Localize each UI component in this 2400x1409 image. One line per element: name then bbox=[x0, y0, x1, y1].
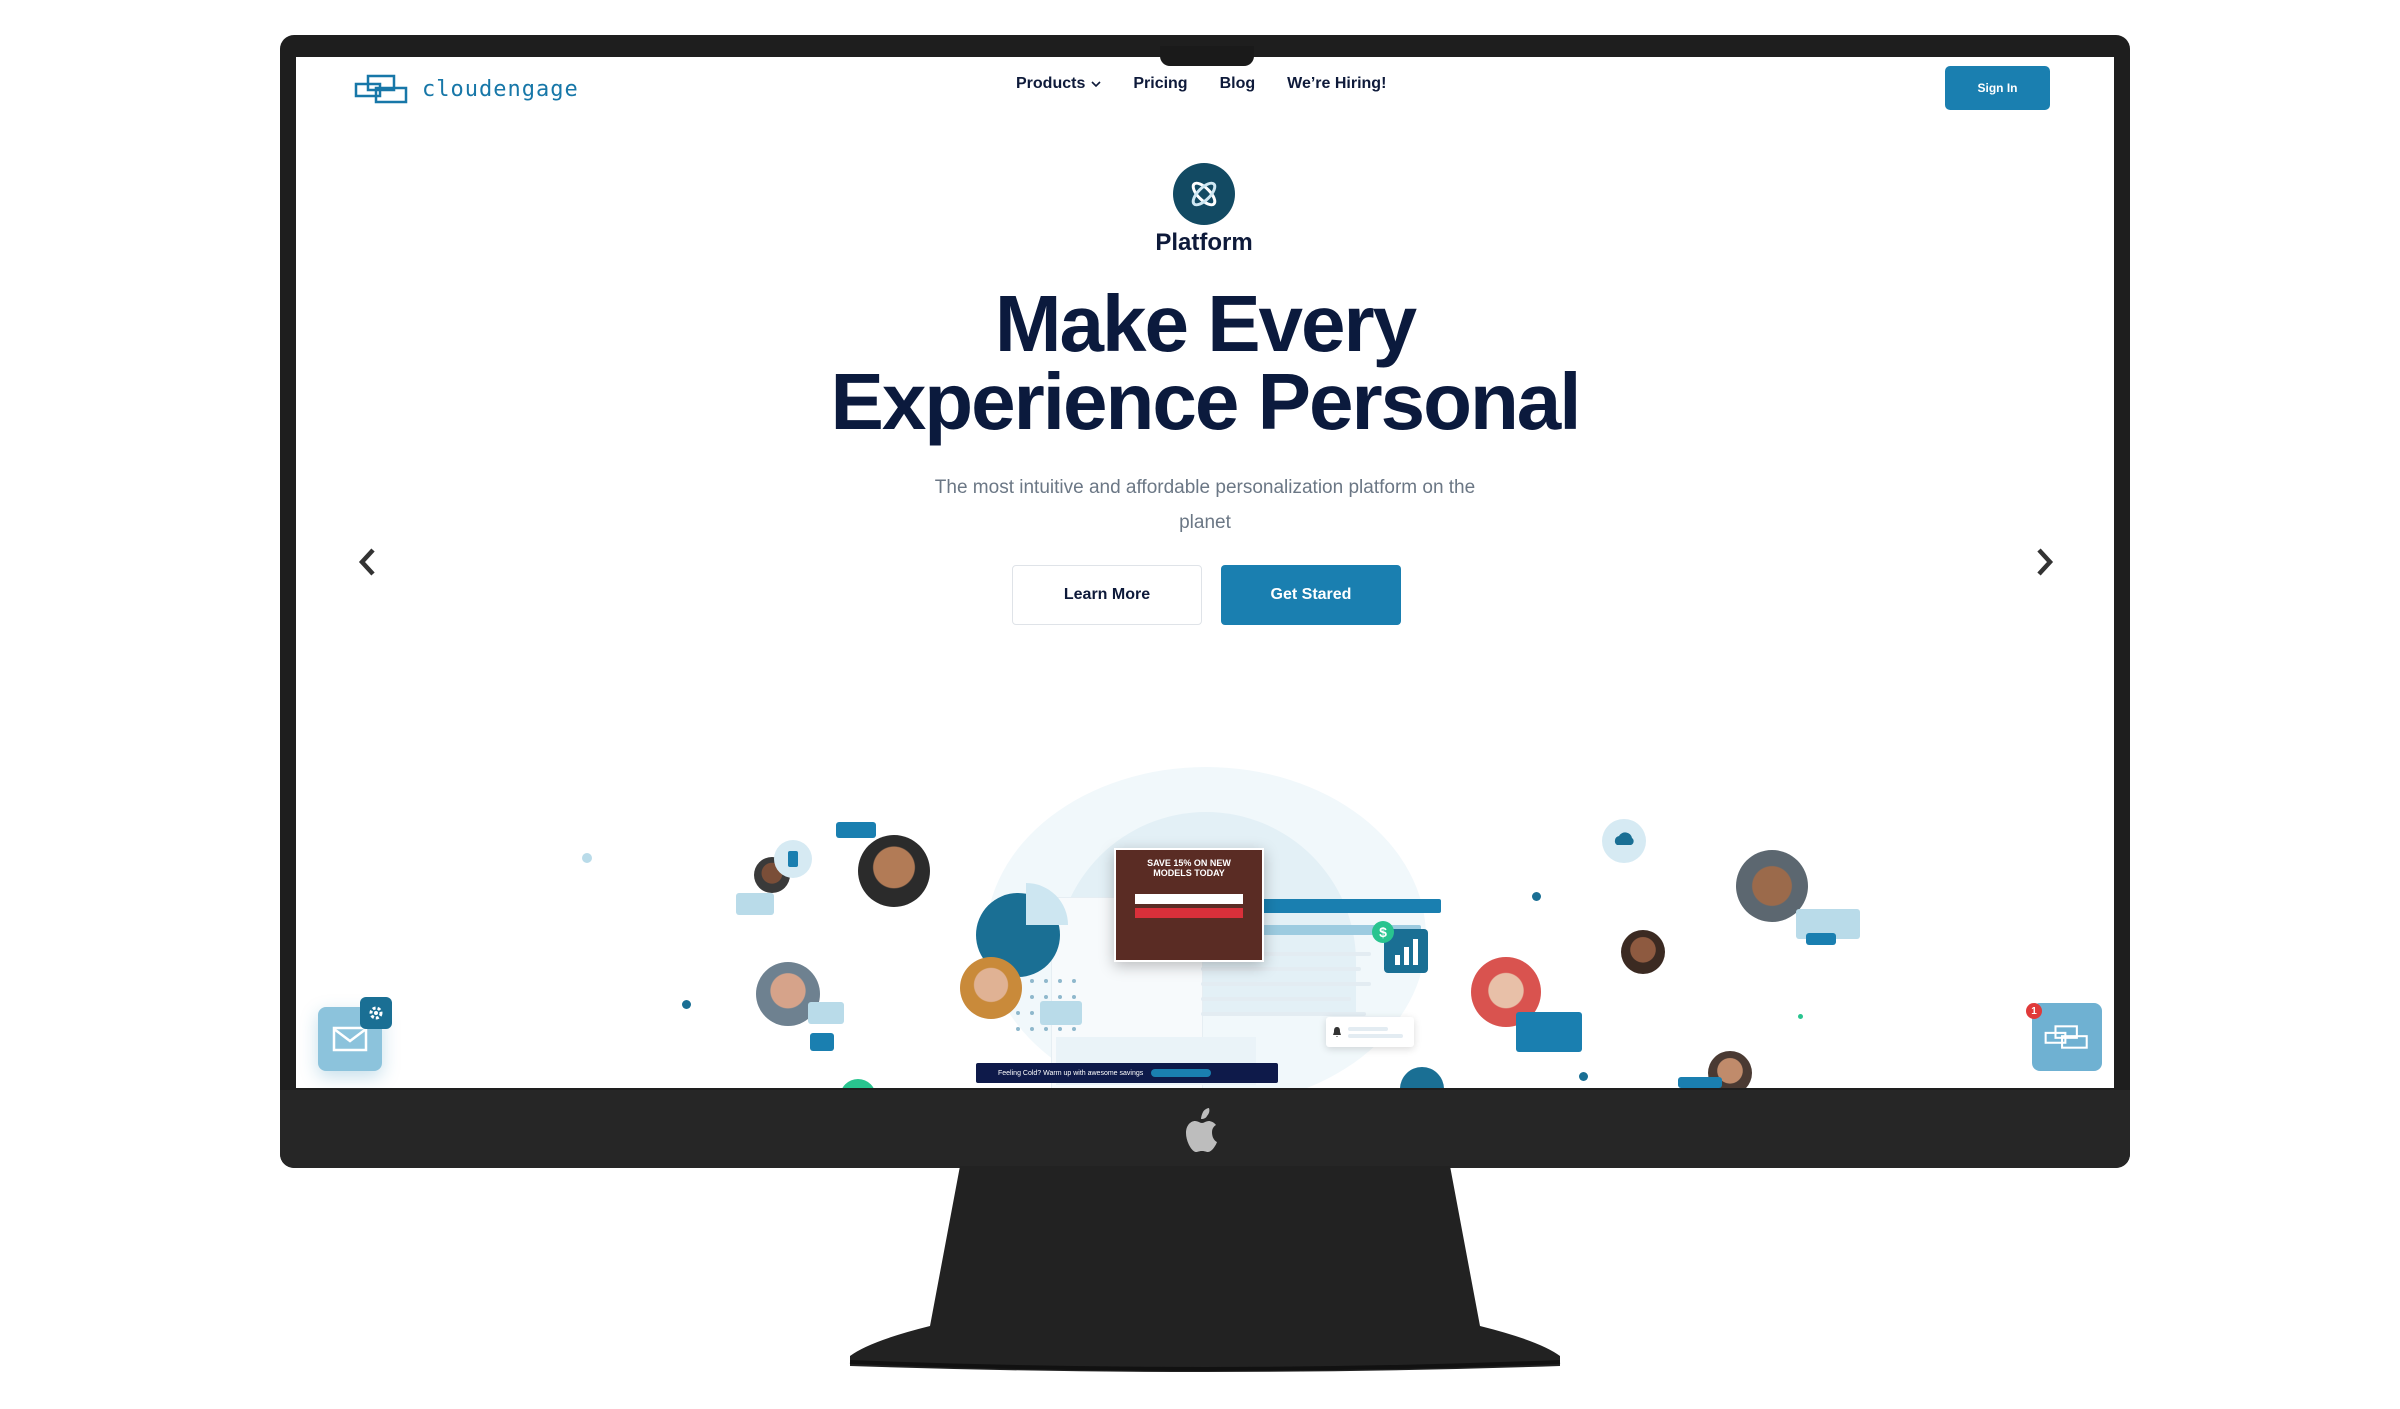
mock-line bbox=[1201, 1012, 1366, 1016]
decorative-dot bbox=[1579, 1072, 1588, 1081]
notification-card bbox=[1326, 1017, 1414, 1047]
subtitle-line-1: The most intuitive and affordable person… bbox=[934, 477, 1476, 498]
phone-icon bbox=[774, 840, 812, 878]
promo-title-line-2: MODELS TODAY bbox=[1153, 868, 1225, 878]
cloudengage-logo-icon bbox=[354, 74, 408, 104]
mini-card bbox=[836, 822, 876, 838]
sign-in-button[interactable]: Sign In bbox=[1945, 66, 2050, 110]
mock-line bbox=[1201, 997, 1351, 1001]
chat-icon bbox=[2044, 1025, 2088, 1049]
decorative-dot bbox=[1532, 892, 1541, 901]
status-dot-green bbox=[840, 1079, 876, 1088]
bell-icon bbox=[1333, 1027, 1341, 1037]
gear-icon[interactable] bbox=[360, 997, 392, 1029]
promo-banner-text: Feeling Cold? Warm up with awesome savin… bbox=[998, 1069, 1144, 1077]
screen: cloudengage Products Pricing Blog We’re … bbox=[296, 57, 2114, 1088]
promo-email-field bbox=[1135, 894, 1243, 904]
user-avatar bbox=[960, 957, 1022, 1019]
dollar-icon: $ bbox=[1372, 921, 1394, 943]
chevron-down-icon bbox=[1091, 81, 1101, 88]
chevron-left-icon bbox=[358, 548, 375, 576]
product-label: Platform bbox=[1155, 229, 1253, 256]
envelope-icon bbox=[332, 1026, 368, 1052]
mock-line bbox=[1201, 982, 1371, 986]
nav-pricing[interactable]: Pricing bbox=[1133, 75, 1187, 93]
learn-more-button[interactable]: Learn More bbox=[1012, 565, 1202, 625]
headline-line-1: Make Every bbox=[994, 279, 1417, 368]
promo-popup: SAVE 15% ON NEW MODELS TODAY bbox=[1114, 848, 1264, 962]
platform-icon bbox=[1173, 163, 1235, 225]
promo-banner: Feeling Cold? Warm up with awesome savin… bbox=[976, 1063, 1278, 1083]
chat-bubble-icon bbox=[1400, 1067, 1444, 1088]
monitor-camera-notch bbox=[1160, 46, 1254, 66]
nav-blog[interactable]: Blog bbox=[1220, 75, 1256, 93]
monitor-stand bbox=[849, 1166, 1561, 1372]
decorative-dot bbox=[582, 853, 592, 863]
decorative-dot bbox=[1798, 1014, 1803, 1019]
chat-notification-badge: 1 bbox=[2026, 1003, 2042, 1019]
weather-icon bbox=[1602, 819, 1646, 863]
mock-line bbox=[1201, 967, 1361, 971]
main-nav: Products Pricing Blog We’re Hiring! bbox=[1016, 75, 1386, 93]
mini-card bbox=[736, 893, 774, 915]
promo-title-line-1: SAVE 15% ON NEW bbox=[1147, 858, 1231, 868]
promo-title: SAVE 15% ON NEW MODELS TODAY bbox=[1116, 858, 1262, 878]
chevron-right-icon bbox=[2037, 548, 2054, 576]
hero-subtitle: The most intuitive and affordable person… bbox=[905, 470, 1505, 540]
mini-card bbox=[1040, 1001, 1082, 1025]
carousel-next-button[interactable] bbox=[2024, 542, 2064, 582]
apple-logo-icon bbox=[1186, 1108, 1217, 1152]
promo-banner-button bbox=[1151, 1069, 1212, 1077]
chat-widget[interactable] bbox=[2032, 1003, 2102, 1071]
subtitle-line-2: planet bbox=[1179, 512, 1231, 533]
cloudengage-logo[interactable]: cloudengage bbox=[354, 69, 584, 109]
hero-headline: Make Every Experience Personal bbox=[805, 279, 1605, 446]
mini-card bbox=[1678, 1077, 1722, 1088]
user-avatar bbox=[1621, 930, 1665, 974]
mini-card bbox=[1806, 933, 1836, 945]
logo-text: cloudengage bbox=[422, 76, 579, 102]
mini-card bbox=[810, 1033, 834, 1051]
mini-card bbox=[808, 1002, 844, 1024]
promo-submit-button bbox=[1135, 908, 1243, 918]
carousel-prev-button[interactable] bbox=[348, 542, 388, 582]
user-avatar bbox=[858, 835, 930, 907]
nav-products-label: Products bbox=[1016, 75, 1086, 92]
decorative-dot bbox=[682, 1000, 691, 1009]
nav-products[interactable]: Products bbox=[1016, 75, 1101, 93]
mini-card bbox=[1516, 1012, 1582, 1052]
nav-hiring[interactable]: We’re Hiring! bbox=[1287, 75, 1386, 93]
headline-line-2: Experience Personal bbox=[830, 357, 1581, 446]
get-started-button[interactable]: Get Stared bbox=[1221, 565, 1401, 625]
